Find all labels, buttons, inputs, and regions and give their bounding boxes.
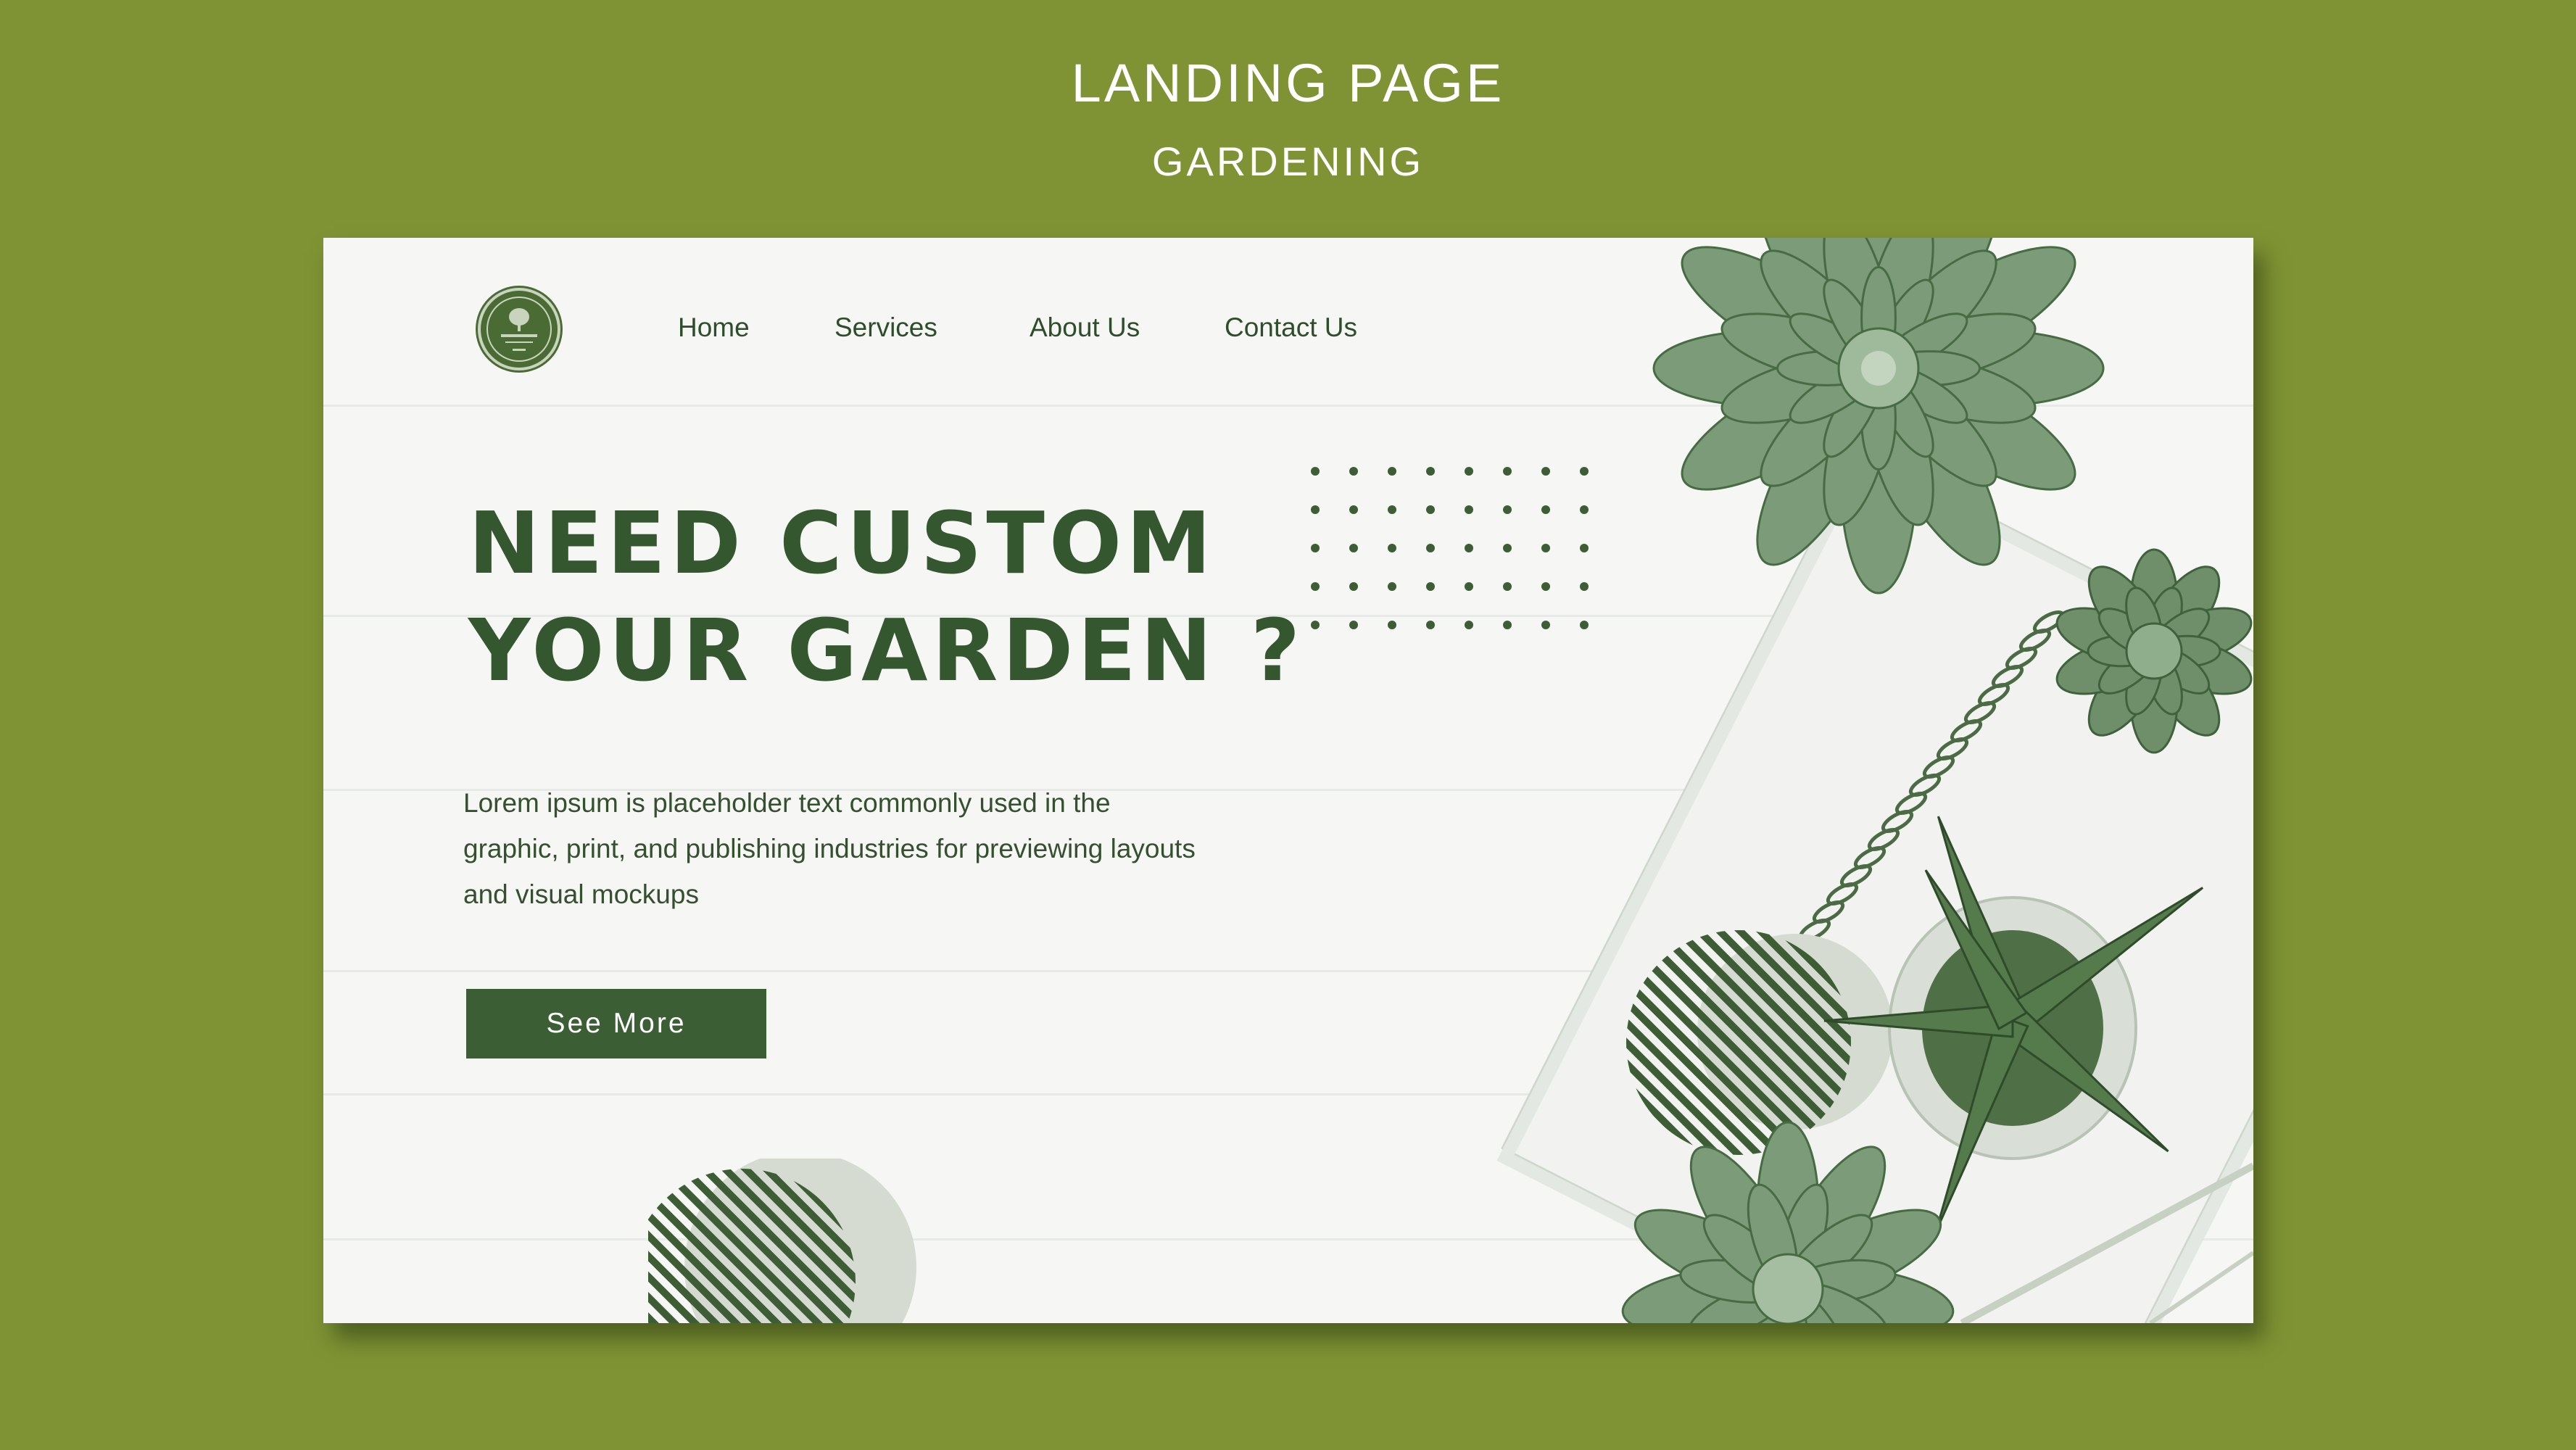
succulent-top-icon	[1652, 238, 2105, 594]
decor-dot	[1349, 505, 1358, 514]
decor-dot	[1349, 467, 1358, 476]
decor-dot	[1388, 582, 1396, 591]
hero-title-line-2: YOUR GARDEN ?	[468, 600, 1305, 700]
landing-page-mockup: Home Services About Us Contact Us NEED C…	[323, 238, 2253, 1323]
tree-logo-icon	[486, 297, 552, 362]
decor-dot	[1388, 621, 1396, 629]
hero-title-line-1: NEED CUSTOM	[468, 493, 1216, 593]
nav-services[interactable]: Services	[834, 312, 937, 343]
garden-relax-logo[interactable]	[481, 291, 558, 368]
decor-dot	[1388, 544, 1396, 552]
page-title: LANDING PAGE	[1071, 53, 1505, 113]
decor-dot	[1311, 467, 1320, 476]
decor-dot	[1388, 505, 1396, 514]
page-subtitle: GARDENING	[1151, 138, 1425, 184]
decor-dot	[1349, 621, 1358, 629]
decor-dot	[1349, 582, 1358, 591]
see-more-button[interactable]: See More	[466, 989, 766, 1058]
striped-circle-decoration-bottom	[648, 1159, 916, 1323]
nav-about-us[interactable]: About Us	[1030, 312, 1140, 343]
decor-dot	[1311, 544, 1320, 552]
decor-dot	[1311, 582, 1320, 591]
decor-dot	[1349, 544, 1358, 552]
decor-dot	[1388, 467, 1396, 476]
succulent-notebook-illustration	[1496, 238, 2253, 1323]
nav-contact-us[interactable]: Contact Us	[1225, 312, 1357, 343]
nav-home[interactable]: Home	[678, 312, 750, 343]
decor-dot	[1311, 621, 1320, 629]
hero-description: Lorem ipsum is placeholder text commonly…	[463, 788, 1196, 909]
decor-dot	[1311, 505, 1320, 514]
